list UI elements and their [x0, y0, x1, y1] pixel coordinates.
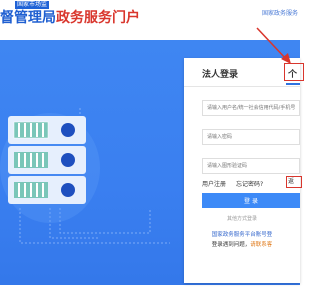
- help-note-prefix: 登录遇到问题，: [211, 242, 251, 248]
- help-note: 登录遇到问题，请联系客: [184, 240, 300, 248]
- password-input[interactable]: [202, 129, 300, 145]
- other-login-label: 其他方式登录: [226, 216, 257, 222]
- server-unit-2: [8, 146, 86, 174]
- portal-title: 督管理局政务服务门户: [0, 8, 140, 28]
- contact-service-link[interactable]: 请联系客: [250, 242, 272, 248]
- tab-active-underline: [286, 83, 300, 85]
- annotation-arrow-icon: [256, 27, 291, 64]
- tab-legal-login[interactable]: 法人登录: [202, 67, 238, 80]
- login-button[interactable]: 登 录: [202, 193, 300, 208]
- username-input[interactable]: [202, 100, 300, 116]
- register-link[interactable]: 用户注册: [202, 179, 226, 188]
- national-account-login-link[interactable]: 国家政务服务平台账号登: [184, 230, 300, 238]
- server-unit-1: [8, 116, 86, 144]
- server-illustration-icon: [0, 108, 170, 244]
- server-unit-3: [8, 176, 86, 204]
- footer-strip: [0, 285, 300, 300]
- national-portal-link[interactable]: 国家政务服务: [262, 8, 298, 17]
- portal-title-part1: 督管理局: [0, 10, 56, 26]
- forgot-password-link[interactable]: 忘记密码?: [236, 179, 263, 188]
- portal-title-part2: 政务服务门户: [56, 10, 140, 26]
- captcha-input[interactable]: [202, 158, 300, 174]
- back-link[interactable]: 返: [286, 176, 302, 188]
- login-card: 法人登录 个 用户注册 忘记密码? 返 登 录 其他方式登录 国家政务服务平台账…: [184, 58, 304, 283]
